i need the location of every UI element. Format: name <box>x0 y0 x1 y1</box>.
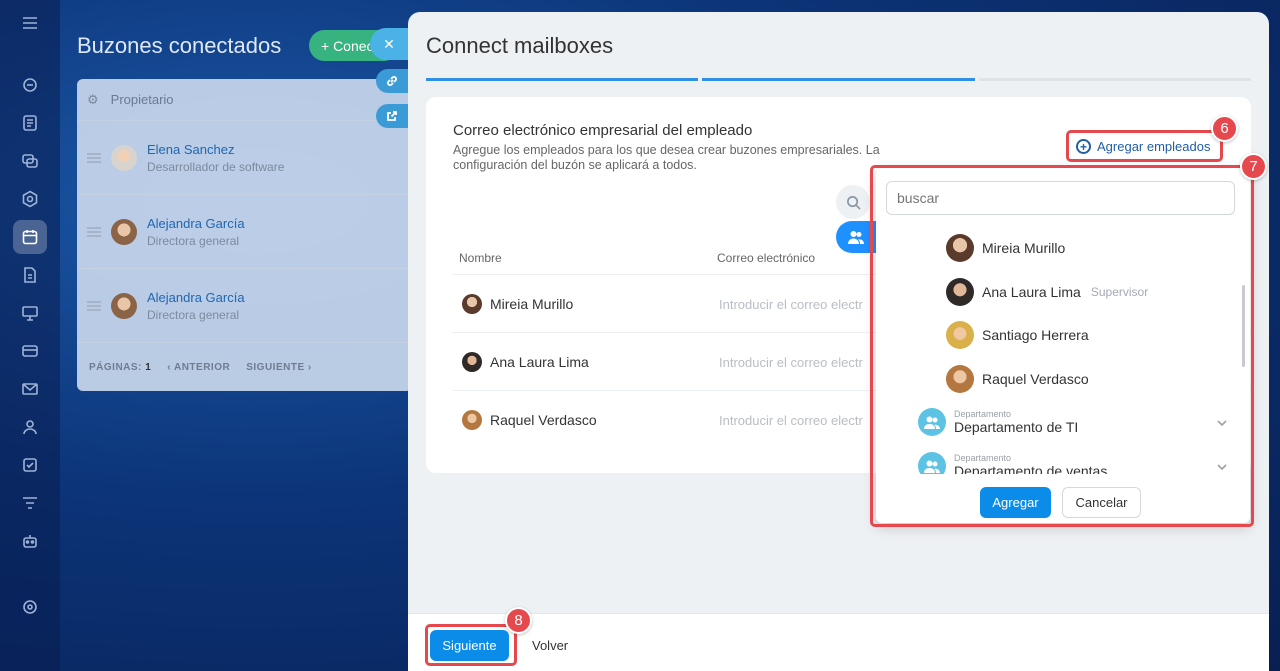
table-header: ⚙ Propietario <box>77 79 412 121</box>
email-input[interactable]: Introducir el correo electr <box>719 413 863 428</box>
mail-icon[interactable] <box>19 378 41 400</box>
email-input[interactable]: Introducir el correo electr <box>719 297 863 312</box>
owner-name[interactable]: Alejandra García <box>147 290 245 305</box>
progress-step-1 <box>426 78 699 81</box>
table-row[interactable]: Alejandra García Directora general <box>77 269 412 343</box>
menu-icon[interactable] <box>19 12 41 34</box>
users-icon[interactable] <box>19 416 41 438</box>
page-title: Buzones conectados <box>77 33 282 58</box>
table-row[interactable]: Elena Sanchez Desarrollador de software <box>77 121 412 195</box>
settings-icon[interactable] <box>19 596 41 618</box>
step-badge-8: 8 <box>505 607 532 634</box>
avatar <box>462 294 482 314</box>
puzzle-icon[interactable] <box>19 74 41 96</box>
gear-icon[interactable]: ⚙ <box>87 92 99 108</box>
close-icon: ✕ <box>383 35 395 52</box>
external-link-icon <box>387 111 397 121</box>
link-icon <box>387 76 397 86</box>
document-icon[interactable] <box>19 112 41 134</box>
table-row[interactable]: Alejandra García Directora general <box>77 195 412 269</box>
search-icon <box>846 195 861 210</box>
panel-title: Connect mailboxes <box>426 33 614 58</box>
column-email: Correo electrónico <box>717 251 816 265</box>
employee-name: Raquel Verdasco <box>490 412 597 428</box>
avatar <box>111 292 137 319</box>
mailbox-table: ⚙ Propietario Elena Sanchez Desarrollado… <box>77 79 412 391</box>
employee-name: Ana Laura Lima <box>490 354 589 370</box>
copy-link-button[interactable] <box>376 69 408 93</box>
next-page-link[interactable]: SIGUIENTE › <box>246 362 312 373</box>
progress-step-3 <box>978 78 1251 81</box>
left-navigation <box>0 0 60 671</box>
calendar-icon[interactable] <box>13 220 47 254</box>
avatar <box>462 352 482 372</box>
column-owner: Propietario <box>110 92 174 107</box>
open-new-window-button[interactable] <box>376 104 408 128</box>
card-icon[interactable] <box>19 340 41 362</box>
highlight-employee-picker <box>870 165 1254 527</box>
hexagon-icon[interactable] <box>19 188 41 210</box>
avatar <box>462 410 482 430</box>
pages-indicator: PÁGINAS: 1 <box>89 361 152 373</box>
robot-icon[interactable] <box>19 530 41 552</box>
task-icon[interactable] <box>19 454 41 476</box>
back-button[interactable]: Volver <box>532 638 568 653</box>
email-input[interactable]: Introducir el correo electr <box>719 355 863 370</box>
prev-page-link[interactable]: ‹ ANTERIOR <box>167 362 230 373</box>
table-search-button[interactable] <box>836 185 870 219</box>
highlight-add-employees <box>1066 130 1223 162</box>
highlight-next-button <box>425 624 517 666</box>
drag-handle-icon[interactable] <box>87 152 101 163</box>
card-description: Agregue los empleados para los que desea… <box>453 143 880 172</box>
drag-handle-icon[interactable] <box>87 300 101 311</box>
pagination: PÁGINAS: 1 ‹ ANTERIOR SIGUIENTE › <box>77 343 412 391</box>
card-heading: Correo electrónico empresarial del emple… <box>453 122 753 139</box>
column-name: Nombre <box>459 251 502 265</box>
step-progress <box>426 78 1251 82</box>
owner-name[interactable]: Elena Sanchez <box>147 142 284 157</box>
owner-role: Directora general <box>147 233 240 248</box>
chat-icon[interactable] <box>19 150 41 172</box>
avatar <box>111 144 137 171</box>
employee-name: Mireia Murillo <box>490 296 574 312</box>
owner-role: Directora general <box>147 307 240 322</box>
step-badge-7: 7 <box>1240 153 1267 180</box>
users-icon <box>848 231 864 244</box>
drag-handle-icon[interactable] <box>87 226 101 237</box>
filter-icon[interactable] <box>19 492 41 514</box>
step-badge-6: 6 <box>1211 115 1238 142</box>
close-slider-button[interactable]: ✕ <box>370 28 408 60</box>
avatar <box>111 218 137 245</box>
progress-step-2 <box>702 78 975 81</box>
owner-role: Desarrollador de software <box>147 159 285 174</box>
panel-footer: Siguiente Volver <box>408 613 1269 671</box>
presentation-icon[interactable] <box>19 302 41 324</box>
owner-name[interactable]: Alejandra García <box>147 216 245 231</box>
file-icon[interactable] <box>19 264 41 286</box>
